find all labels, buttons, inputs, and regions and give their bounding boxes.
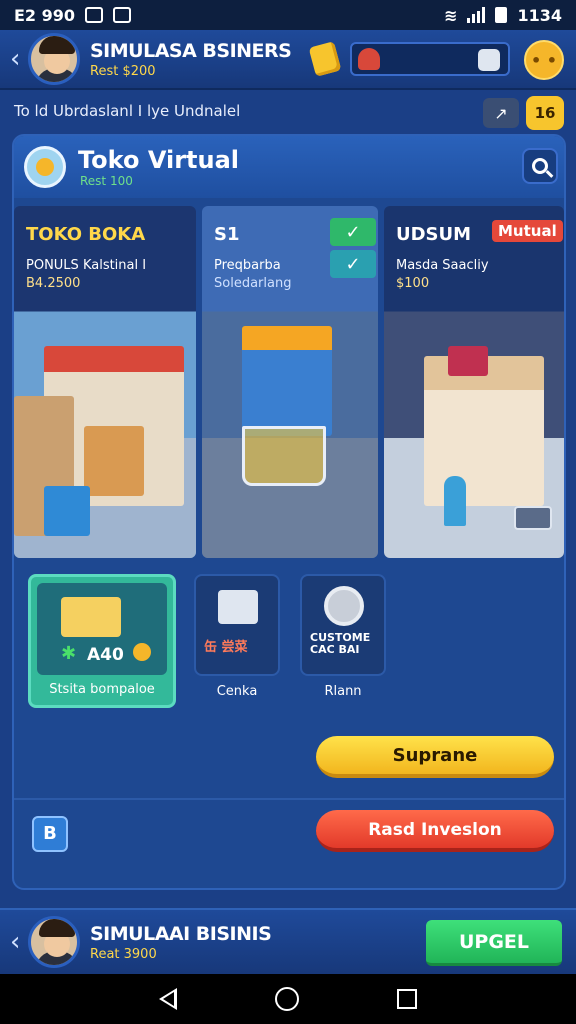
upgrade-green-button[interactable]: UPGEL bbox=[426, 920, 562, 966]
bottom-subtitle: Reat 3900 bbox=[90, 946, 157, 962]
bottom-title: SIMULAAI BISINIS bbox=[90, 922, 272, 945]
check-button[interactable]: ✓ bbox=[330, 218, 376, 246]
divider bbox=[14, 798, 564, 800]
store-icon bbox=[24, 146, 66, 188]
avatar[interactable] bbox=[28, 916, 80, 968]
card-price: $100 bbox=[396, 276, 430, 291]
documents-icon bbox=[61, 597, 121, 637]
system-nav-bar bbox=[0, 974, 576, 1024]
card-detail: Masda Saacliy bbox=[396, 258, 489, 273]
notification-icon bbox=[113, 7, 132, 23]
item-label: Stsita bompaloe bbox=[49, 682, 155, 697]
panel-title: Toko Virtual bbox=[78, 146, 240, 174]
disc-icon bbox=[324, 586, 364, 626]
character-icon bbox=[358, 48, 380, 70]
main-panel: Toko Virtual Rest 100 TOKO BOKA PONULS K… bbox=[12, 134, 566, 890]
image-icon bbox=[85, 7, 104, 23]
coin-icon bbox=[133, 643, 151, 661]
dots-icon: • • bbox=[530, 50, 558, 70]
expand-button[interactable] bbox=[514, 506, 552, 530]
nav-recents-icon[interactable] bbox=[397, 989, 417, 1009]
item-code: 缶 尝菜 bbox=[204, 640, 248, 655]
card-title: S1 bbox=[214, 224, 240, 245]
store-cards: TOKO BOKA PONULS Kalstinal I B4.2500 S1 … bbox=[14, 206, 564, 558]
search-icon bbox=[532, 158, 548, 174]
header-subtitle: Rest $200 bbox=[90, 63, 156, 79]
upgrade-button[interactable]: Suprane bbox=[316, 736, 554, 778]
card-title: UDSUM bbox=[396, 224, 472, 245]
invest-button[interactable]: Rasd Inveslon bbox=[316, 810, 554, 852]
item-card-selected[interactable]: ✱ A40 Stsita bompaloe bbox=[28, 574, 176, 708]
subheader-text: To ld Ubrdaslanl I lye Undnalel bbox=[14, 102, 241, 120]
panel-subtitle: Rest 100 bbox=[80, 174, 133, 188]
box-icon bbox=[218, 590, 258, 624]
header-title: SIMULASA BSINERS bbox=[90, 39, 292, 62]
card-detail: PONULS Kalstinal I bbox=[26, 258, 147, 273]
bottom-header: ‹ SIMULAAI BISINIS Reat 3900 UPGEL bbox=[0, 908, 576, 974]
nav-home-icon[interactable] bbox=[275, 987, 299, 1011]
card-detail: Preqbarba bbox=[214, 258, 281, 273]
item-card[interactable]: CUSTOME CAC BAI Rlann bbox=[300, 574, 386, 699]
tag-icon[interactable] bbox=[478, 49, 500, 71]
back-chevron-icon[interactable]: ‹ bbox=[10, 44, 26, 74]
card-title: TOKO BOKA bbox=[26, 224, 146, 245]
b-icon[interactable]: B bbox=[32, 816, 68, 852]
back-chevron-icon[interactable]: ‹ bbox=[10, 927, 26, 957]
star-icon: ✱ bbox=[61, 643, 77, 664]
trend-icon: ↗ bbox=[494, 103, 508, 123]
panel-search-button[interactable] bbox=[522, 148, 558, 184]
wifi-icon: ≋ bbox=[444, 5, 458, 25]
shopping-cart-icon bbox=[242, 426, 326, 486]
panel-header: Toko Virtual Rest 100 bbox=[14, 136, 564, 198]
store-card-2[interactable]: S1 Preqbarba Soledarlang ✓ ✓ bbox=[202, 206, 378, 558]
item-amount: A40 bbox=[87, 645, 124, 665]
clock-text: 1134 bbox=[517, 5, 562, 25]
item-icon-frame: ✱ A40 bbox=[37, 583, 167, 675]
nav-back-icon[interactable] bbox=[159, 988, 177, 1010]
menu-button[interactable]: • • bbox=[524, 40, 564, 80]
produce-shelf-illustration bbox=[242, 326, 332, 436]
coin-icon[interactable] bbox=[308, 41, 342, 77]
status-bar: E2 990 ≋ 1134 bbox=[0, 0, 576, 30]
item-label: Rlann bbox=[324, 684, 362, 699]
mutual-tag: Mutual bbox=[492, 220, 563, 242]
avatar[interactable] bbox=[28, 33, 80, 85]
signal-icon bbox=[467, 7, 486, 23]
item-code: CUSTOME CAC BAI bbox=[310, 631, 371, 656]
top-header: ‹ SIMULASA BSINERS Rest $200 • • bbox=[0, 30, 576, 90]
item-label: Cenka bbox=[216, 684, 258, 699]
card-subdetail: Soledarlang bbox=[214, 276, 292, 291]
check-button-2[interactable]: ✓ bbox=[330, 250, 376, 278]
card-price: B4.2500 bbox=[26, 276, 81, 291]
item-card[interactable]: 缶 尝菜 Cenka bbox=[194, 574, 280, 699]
stats-button[interactable]: ↗ bbox=[483, 98, 519, 128]
battery-icon bbox=[495, 7, 508, 23]
store-card-1[interactable]: TOKO BOKA PONULS Kalstinal I B4.2500 bbox=[14, 206, 196, 558]
item-row: ✱ A40 Stsita bompaloe 缶 尝菜 Cenka CUSTOME… bbox=[14, 570, 564, 710]
status-left-text: E2 990 bbox=[14, 5, 76, 25]
level-badge[interactable]: 16 bbox=[526, 96, 564, 130]
kiosk-illustration bbox=[424, 356, 544, 506]
store-card-3[interactable]: UDSUM Mutual Masda Saacliy $100 bbox=[384, 206, 564, 558]
header-search-bar[interactable] bbox=[350, 42, 510, 76]
